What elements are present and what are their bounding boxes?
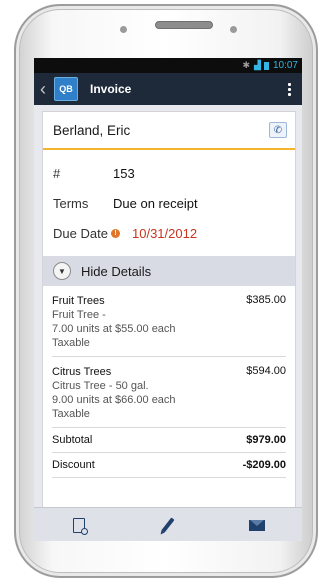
network-bars-icon: ▟ [254, 60, 261, 70]
invoice-number-label: # [53, 165, 61, 181]
envelope-icon[interactable] [237, 512, 277, 538]
line-item-tax: Taxable [52, 408, 90, 420]
back-chevron-icon[interactable]: ‹ [36, 79, 50, 100]
discount-row: Discount -$209.00 [52, 453, 286, 478]
line-item-description: Citrus Tree - 50 gal. [52, 380, 149, 392]
due-date-value: 10/31/2012 [132, 225, 198, 241]
due-date-row: Due Date ! 10/31/2012 [43, 218, 295, 248]
due-date-label: Due Date [53, 225, 108, 241]
status-time: 10:07 [272, 60, 298, 71]
details-toggle[interactable]: ▼ Hide Details [43, 256, 295, 286]
line-item-description: Fruit Tree - [52, 309, 106, 321]
subtotal-value: $979.00 [246, 434, 286, 446]
signal-icon: ✱ [242, 60, 251, 70]
terms-value: Due on receipt [113, 195, 198, 211]
warning-icon: ! [111, 228, 120, 238]
invoice-number: 153 [113, 165, 135, 181]
status-bar: ✱ ▟ 10:07 [34, 58, 302, 73]
subtotal-row: Subtotal $979.00 [52, 428, 286, 453]
document-preview-icon[interactable] [59, 512, 99, 538]
bottom-action-bar [34, 507, 302, 541]
battery-icon [263, 61, 269, 70]
subtotal-label: Subtotal [52, 434, 93, 446]
phone-speaker [155, 21, 213, 29]
customer-row: Berland, Eric ✆ [43, 112, 295, 150]
invoice-content[interactable]: Berland, Eric ✆ # 153 Terms Due on recei… [34, 105, 302, 507]
screen: ✱ ▟ 10:07 ‹ QB Invoice Berland, Eric ✆ #… [34, 58, 302, 541]
invoice-card: Berland, Eric ✆ # 153 Terms Due on recei… [42, 111, 296, 507]
details-toggle-label[interactable]: Hide Details [81, 264, 151, 279]
line-item-amount: $594.00 [246, 365, 286, 377]
terms-label: Terms [53, 195, 89, 211]
pencil-icon[interactable] [148, 512, 188, 538]
line-item-tax: Taxable [52, 337, 90, 349]
customer-name[interactable]: Berland, Eric [51, 123, 269, 138]
line-item-quantity: 9.00 units at $66.00 each [52, 394, 176, 406]
chevron-down-icon[interactable]: ▼ [53, 262, 71, 280]
action-bar: ‹ QB Invoice [34, 73, 302, 105]
line-item[interactable]: Citrus Trees $594.00 Citrus Tree - 50 ga… [52, 357, 286, 428]
discount-value: -$209.00 [242, 459, 286, 471]
invoice-number-row: # 153 [43, 158, 295, 188]
phone-sensor [120, 26, 127, 33]
line-item[interactable]: Fruit Trees $385.00 Fruit Tree - 7.00 un… [52, 286, 286, 357]
terms-row: Terms Due on receipt [43, 188, 295, 218]
line-item-quantity: 7.00 units at $55.00 each [52, 323, 176, 335]
app-logo[interactable]: QB [54, 77, 78, 101]
phone-camera [230, 26, 237, 33]
phone-icon[interactable]: ✆ [269, 122, 287, 138]
page-title: Invoice [90, 82, 132, 96]
overflow-menu-icon[interactable] [282, 82, 296, 96]
discount-label: Discount [52, 459, 95, 471]
line-item-amount: $385.00 [246, 294, 286, 306]
